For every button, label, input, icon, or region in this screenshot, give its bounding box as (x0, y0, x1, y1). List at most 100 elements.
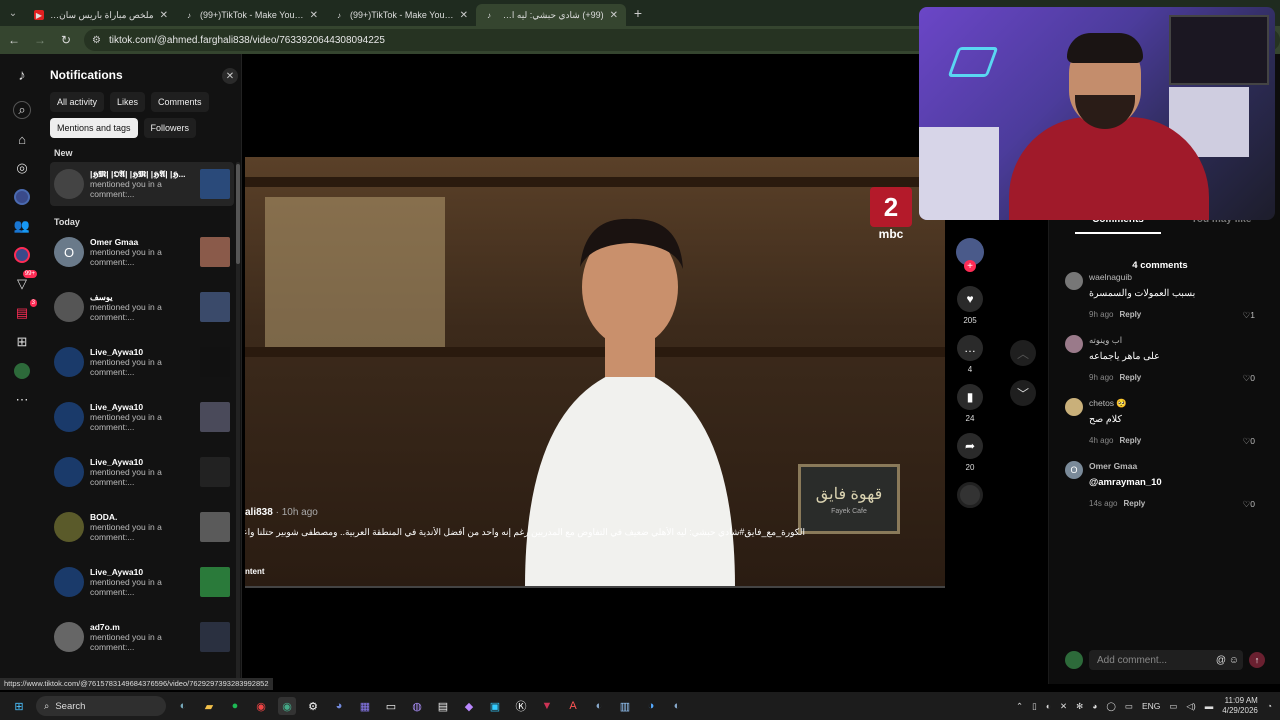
chip-comments[interactable]: Comments (151, 92, 209, 112)
close-tab-icon[interactable]: ✕ (310, 10, 318, 21)
activity-icon[interactable]: ▽ 99+ (13, 270, 37, 293)
video-thumbnail[interactable] (200, 169, 230, 199)
share-icon[interactable]: ➦ (957, 433, 983, 459)
obs-icon[interactable]: ◍ (408, 697, 426, 715)
avatar[interactable] (1065, 398, 1083, 416)
home-icon[interactable]: ⌂ (13, 130, 31, 148)
upload-icon[interactable]: ⊞ (13, 333, 31, 351)
search-icon[interactable]: ⌕ (13, 101, 31, 119)
comment-user[interactable]: waelnaguib (1089, 272, 1132, 282)
bookmark-icon[interactable]: ▮ (957, 384, 983, 410)
tab-0[interactable]: ▶ ملخص مباراة باريس سان جيرمان ✕ (26, 4, 176, 26)
video-thumbnail[interactable] (200, 567, 230, 597)
avatar[interactable]: O (1065, 461, 1083, 479)
tab-search-icon[interactable]: ⌄ (0, 0, 26, 26)
keyboard-app-icon[interactable]: ▭ (382, 697, 400, 715)
next-video-icon[interactable]: ﹀ (1010, 380, 1036, 406)
chip-likes[interactable]: Likes (110, 92, 146, 112)
show-hidden-icons[interactable]: ⌃ (1016, 701, 1023, 712)
notification-center-icon[interactable]: ◔ (1267, 701, 1272, 711)
notification-item[interactable]: O Omer Gmaa mentioned you in a comment:..… (50, 230, 234, 274)
notification-item[interactable]: Live_Aywa10 mentioned you in a comment:..… (50, 560, 234, 604)
video-thumbnail[interactable] (200, 457, 230, 487)
more-icon[interactable]: ⋯ (13, 391, 31, 409)
video-author[interactable]: ali838 · 10h ago (245, 507, 318, 518)
author-name[interactable]: ali838 (245, 507, 273, 518)
site-info-icon[interactable]: ⚙ (92, 35, 101, 46)
steam-icon[interactable]: ⚙ (304, 697, 322, 715)
taskbar-search[interactable]: ⌕ Search (36, 696, 166, 716)
steam-icon[interactable]: ◐ (668, 697, 686, 715)
following-avatar-icon[interactable] (13, 188, 31, 206)
chrome-icon[interactable]: ◉ (252, 697, 270, 715)
scrollbar-thumb[interactable] (236, 164, 240, 264)
reply-button[interactable]: Reply (1123, 499, 1145, 508)
close-icon[interactable]: ✕ (222, 68, 238, 84)
messages-icon[interactable]: ▤ 3 (13, 299, 37, 322)
tray-app-icon[interactable]: ▯ (1032, 701, 1037, 712)
video-thumbnail[interactable] (200, 622, 230, 652)
bluetooth-icon[interactable]: ✻ (1076, 701, 1083, 712)
music-disc-icon[interactable] (957, 482, 983, 508)
comment-like[interactable]: ♡0 (1243, 436, 1255, 447)
close-tab-icon[interactable]: ✕ (460, 10, 468, 21)
back-icon[interactable]: ← (6, 33, 22, 47)
k-app-icon[interactable]: Ⓚ (512, 697, 530, 715)
close-tab-icon[interactable]: ✕ (160, 10, 168, 21)
close-tab-icon[interactable]: ✕ (610, 10, 618, 21)
video-thumbnail[interactable] (200, 292, 230, 322)
notification-item[interactable]: |𝕳𝕸| |𝕺𝕬| |𝕳𝕸| |𝕳𝕬| |𝕳... mentioned you i… (50, 162, 234, 206)
tab-2[interactable]: ♪ (99+)TikTok - Make Your Day ✕ (326, 4, 476, 26)
discord-icon[interactable]: ◕ (330, 697, 348, 715)
avatar[interactable] (1065, 272, 1083, 290)
spotify-icon[interactable]: ● (226, 697, 244, 715)
chip-mentions-and-tags[interactable]: Mentions and tags (50, 118, 138, 138)
comment-like[interactable]: ♡1 (1243, 310, 1255, 321)
comment-action[interactable]: … 4 (957, 335, 983, 374)
chip-all-activity[interactable]: All activity (50, 92, 105, 112)
media-app-icon[interactable]: ▣ (486, 697, 504, 715)
heart-icon[interactable]: ♥ (957, 286, 983, 312)
profile-avatar-icon[interactable] (13, 362, 31, 380)
comment-user[interactable]: اب وينوته (1089, 335, 1122, 346)
video-more-link[interactable]: ntent (245, 567, 265, 576)
clock[interactable]: 11:09 AM 4/29/2026 (1222, 696, 1258, 716)
keyboard-tray-icon[interactable]: ▭ (1125, 701, 1133, 712)
steam-icon[interactable]: ◐ (590, 697, 608, 715)
comment-like[interactable]: ♡0 (1243, 373, 1255, 384)
reply-button[interactable]: Reply (1119, 310, 1141, 319)
comment-user[interactable]: Omer Gmaa (1089, 461, 1137, 471)
tray-app-icon[interactable]: ✕ (1060, 701, 1067, 712)
notification-item[interactable]: Live_Aywa10 mentioned you in a comment:..… (50, 340, 234, 384)
tab-1[interactable]: ♪ (99+)TikTok - Make Your Day ✕ (176, 4, 326, 26)
copilot-icon[interactable]: ◐ (174, 697, 192, 715)
notification-item[interactable]: ad7o.m mentioned you in a comment:... (50, 615, 234, 659)
explore-icon[interactable]: ◎ (13, 159, 31, 177)
file-explorer-icon[interactable]: ▰ (200, 697, 218, 715)
live-icon[interactable] (13, 246, 31, 264)
forward-icon[interactable]: → (32, 33, 48, 47)
previous-video-icon[interactable]: ︿ (1010, 340, 1036, 366)
notification-item[interactable]: يوسف mentioned you in a comment:... (50, 285, 234, 329)
steam-tray-icon[interactable]: ◐ (1046, 701, 1051, 711)
avatar[interactable] (1065, 335, 1083, 353)
terminal-icon[interactable]: ▥ (616, 697, 634, 715)
notepad-icon[interactable]: ▤ (434, 697, 452, 715)
discord-tray-icon[interactable]: ◕ (1092, 701, 1097, 711)
tray-app-icon[interactable]: ◯ (1106, 701, 1116, 712)
like-action[interactable]: ♥ 205 (957, 286, 983, 325)
network-icon[interactable]: ▭ (1169, 701, 1177, 712)
language-indicator[interactable]: ENG (1142, 701, 1160, 711)
video-player[interactable]: 2 mbc قهوة فايق Fayek Cafe ali838 · 10h … (245, 157, 945, 587)
grid-app-icon[interactable]: ▦ (356, 697, 374, 715)
notification-item[interactable]: BODA. mentioned you in a comment:... (50, 505, 234, 549)
reply-button[interactable]: Reply (1119, 373, 1141, 382)
chip-followers[interactable]: Followers (143, 118, 197, 138)
reply-button[interactable]: Reply (1119, 436, 1141, 445)
windows-start-icon[interactable]: ⊞ (10, 697, 28, 715)
v-app-icon[interactable]: ▼ (538, 697, 556, 715)
video-thumbnail[interactable] (200, 347, 230, 377)
video-thumbnail[interactable] (200, 512, 230, 542)
gaming-app-icon[interactable]: ◆ (460, 697, 478, 715)
creator-avatar[interactable]: + (956, 238, 984, 272)
